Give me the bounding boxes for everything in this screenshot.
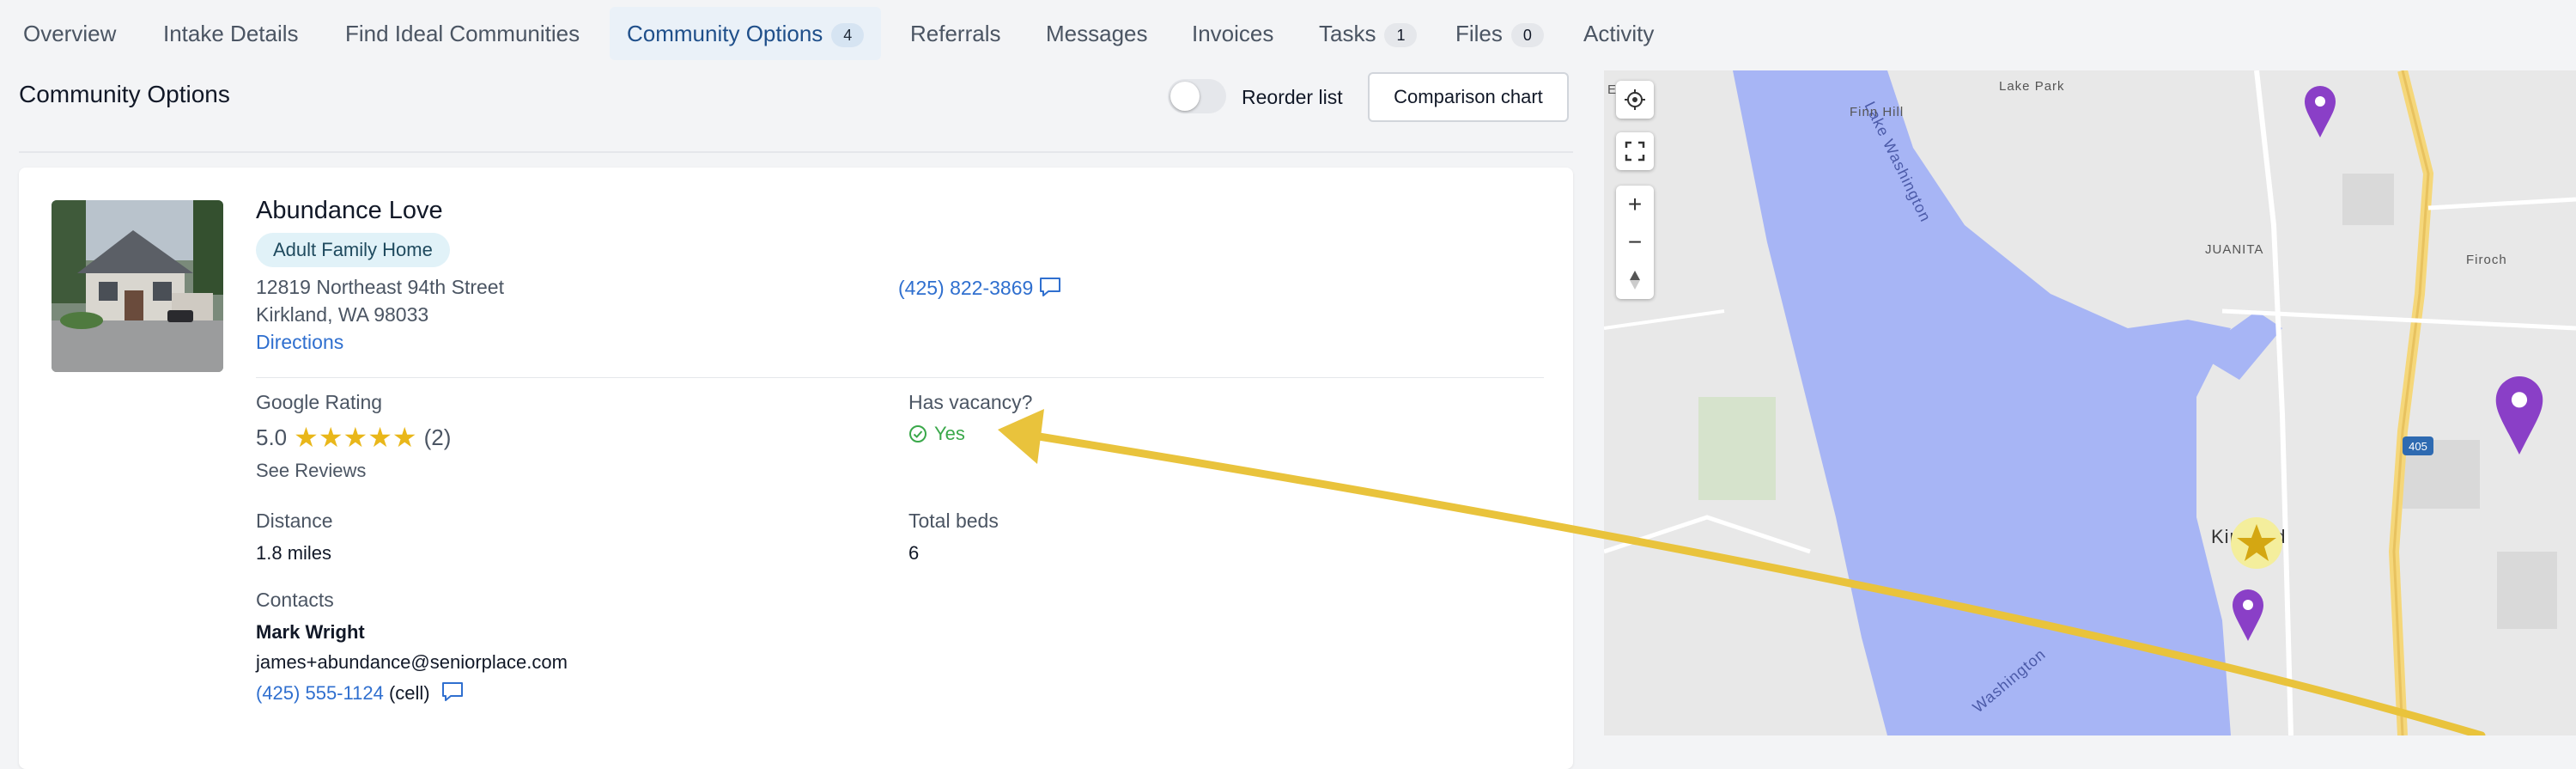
star-marker-icon[interactable] [2229, 516, 2284, 571]
section-divider [256, 377, 1544, 378]
tab-label: Referrals [910, 21, 1001, 46]
count-badge: 0 [1510, 23, 1544, 48]
community-card: Abundance Love Adult Family Home 12819 N… [19, 168, 1573, 769]
map-canvas: 405 [1604, 70, 2576, 735]
locate-icon[interactable] [1616, 81, 1654, 119]
contact-name: Mark Wright [256, 621, 365, 643]
toggle-knob [1170, 82, 1200, 111]
google-rating-label: Google Rating [256, 391, 383, 413]
review-count: (2) [423, 424, 452, 450]
highway-shield-label: 405 [2409, 440, 2427, 453]
count-badge: 1 [1384, 23, 1418, 48]
contact-phone-row: (425) 555-1124 (cell) [256, 681, 465, 708]
vacancy-value: Yes [934, 423, 965, 444]
tab-label: Tasks [1319, 21, 1376, 46]
map-pin-icon[interactable] [2229, 586, 2267, 643]
comparison-chart-button[interactable]: Comparison chart [1368, 72, 1569, 122]
page-title: Community Options [19, 81, 230, 107]
contact-email-link[interactable]: james+abundance@seniorplace.com [256, 651, 568, 674]
map-label-juanita: JUANITA [2205, 242, 2264, 257]
locate-control[interactable] [1616, 81, 1654, 119]
total-beds-label: Total beds [908, 510, 999, 532]
check-circle-icon [909, 425, 927, 442]
tab-find-ideal-communities[interactable]: Find Ideal Communities [345, 7, 580, 60]
count-badge: 4 [831, 23, 865, 48]
tab-files[interactable]: Files 0 [1455, 7, 1544, 60]
contact-phone-type: (cell) [388, 681, 430, 704]
tab-community-options[interactable]: Community Options 4 [610, 7, 882, 60]
community-type-badge: Adult Family Home [256, 233, 450, 267]
tab-label: Find Ideal Communities [345, 21, 580, 46]
map-label-finn-hill: Finn Hill [1850, 105, 1905, 119]
map-view[interactable]: 405 Lake Washington Washington Lake Park… [1604, 70, 2576, 735]
star-icon: ★ [392, 422, 417, 453]
tab-intake-details[interactable]: Intake Details [163, 7, 299, 60]
map-pin-icon[interactable] [2488, 371, 2550, 457]
address-line2: Kirkland, WA 98033 [256, 303, 429, 326]
total-beds-value: 6 [908, 542, 920, 564]
zoom-out-icon[interactable]: − [1616, 223, 1654, 261]
tab-tasks[interactable]: Tasks 1 [1319, 7, 1418, 60]
star-icon: ★ [318, 422, 343, 453]
contacts-label: Contacts [256, 589, 334, 611]
tab-label: Files [1455, 21, 1503, 46]
directions-link[interactable]: Directions [256, 331, 343, 354]
contact-phone-link[interactable]: (425) 555-1124 [256, 682, 384, 704]
fullscreen-icon[interactable] [1616, 132, 1654, 170]
map-pin-icon[interactable] [2301, 82, 2339, 139]
zoom-controls: + − [1616, 186, 1654, 299]
vacancy-status: Yes [908, 423, 965, 445]
rating-row: 5.0 ★ ★ ★ ★ ★ (2) [256, 424, 451, 451]
reorder-label: Reorder list [1242, 86, 1343, 108]
tab-label: Community Options [627, 21, 823, 46]
distance-value: 1.8 miles [256, 542, 332, 564]
vacancy-label: Has vacancy? [908, 391, 1033, 413]
reorder-toggle[interactable] [1168, 79, 1226, 113]
distance-label: Distance [256, 510, 333, 532]
chat-icon[interactable] [440, 681, 465, 708]
tab-bar: Overview Intake Details Find Ideal Commu… [0, 0, 1654, 69]
rating-value: 5.0 [256, 424, 288, 450]
tab-messages[interactable]: Messages [1046, 7, 1148, 60]
star-rating: ★ ★ ★ ★ ★ [294, 424, 416, 451]
compass-icon[interactable] [1616, 261, 1654, 299]
tab-invoices[interactable]: Invoices [1192, 7, 1273, 60]
community-photo[interactable] [52, 200, 223, 372]
star-icon: ★ [343, 422, 368, 453]
map-label-finch: Firoch [2466, 253, 2507, 267]
phone-link[interactable]: (425) 822-3869 [898, 277, 1033, 299]
tab-label: Activity [1583, 21, 1655, 46]
see-reviews-link[interactable]: See Reviews [256, 460, 366, 482]
tab-label: Intake Details [163, 21, 299, 46]
star-icon: ★ [368, 422, 392, 453]
tab-label: Overview [23, 21, 117, 46]
tab-referrals[interactable]: Referrals [910, 7, 1000, 60]
chat-icon[interactable] [1038, 276, 1062, 303]
tab-activity[interactable]: Activity [1583, 7, 1654, 60]
community-phone: (425) 822-3869 [898, 276, 1062, 303]
map-label-lake-park: Lake Park [1999, 79, 2065, 94]
address-line1: 12819 Northeast 94th Street [256, 276, 504, 298]
divider [19, 151, 1573, 153]
zoom-in-icon[interactable]: + [1616, 186, 1654, 223]
community-name[interactable]: Abundance Love [256, 197, 443, 225]
tab-overview[interactable]: Overview [23, 7, 116, 60]
fullscreen-control[interactable] [1616, 132, 1654, 170]
star-icon: ★ [294, 422, 319, 453]
tab-label: Invoices [1192, 21, 1274, 46]
tab-label: Messages [1046, 21, 1148, 46]
